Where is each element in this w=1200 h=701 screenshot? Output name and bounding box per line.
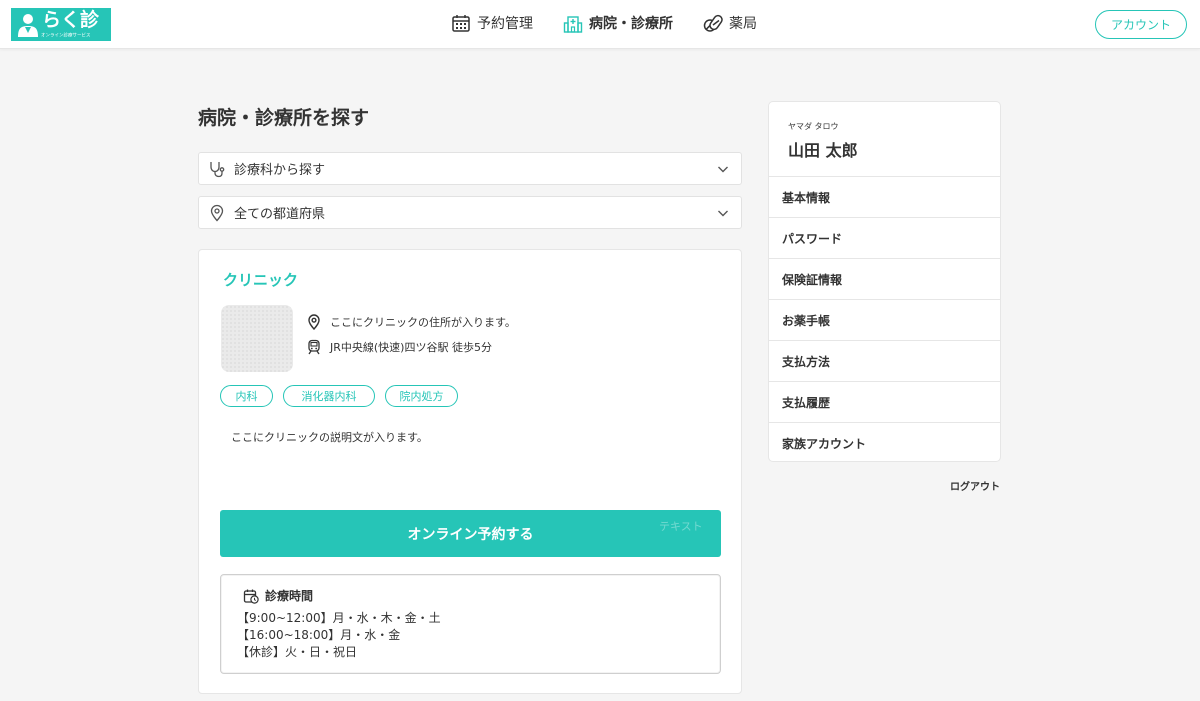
clinic-access-row: JR中央線(快速)四ツ谷駅 徒歩5分 <box>306 339 492 355</box>
pills-icon <box>703 14 723 32</box>
location-pin-icon <box>210 204 224 221</box>
nav-reservations-label: 予約管理 <box>477 16 533 32</box>
chevron-down-icon <box>718 210 728 217</box>
department-select[interactable]: 診療科から探す <box>198 152 742 185</box>
hours-line: 【休診】火・日・祝日 <box>237 645 358 659</box>
menu-basic-info[interactable]: 基本情報 <box>769 176 1000 217</box>
clinic-description: ここにクリニックの説明文が入ります。 <box>231 431 428 444</box>
user-name: 山田 太郎 <box>788 141 858 160</box>
clinic-card: クリニック ここにクリニックの住所が入ります。 JR中央線(快速)四ツ谷駅 徒歩… <box>198 249 742 694</box>
menu-payment-history[interactable]: 支払履歴 <box>769 381 1000 422</box>
doctor-logo-icon <box>18 13 38 37</box>
department-select-label: 診療科から探す <box>234 163 326 178</box>
hours-line: 【16:00~18:00】月・水・金 <box>237 628 401 642</box>
stethoscope-icon <box>210 161 225 177</box>
menu-password[interactable]: パスワード <box>769 217 1000 258</box>
button-ghost-text: テキスト <box>659 520 703 533</box>
user-name-kana: ヤマダ タロウ <box>788 122 839 131</box>
online-reserve-button[interactable]: オンライン予約する <box>220 510 721 557</box>
hours-title-row: 診療時間 <box>243 587 313 604</box>
location-pin-icon <box>308 314 320 330</box>
nav-hospitals[interactable]: 病院・診療所 <box>563 13 673 33</box>
clinic-name[interactable]: クリニック <box>223 269 298 290</box>
chevron-down-icon <box>718 166 728 173</box>
app-logo[interactable]: らく診 オンライン診療サービス <box>11 8 111 41</box>
hours-line: 【9:00~12:00】月・水・木・金・土 <box>237 611 441 625</box>
menu-payment-method[interactable]: 支払方法 <box>769 340 1000 381</box>
menu-medication-notebook[interactable]: お薬手帳 <box>769 299 1000 340</box>
clinic-hours-box: 診療時間 【9:00~12:00】月・水・木・金・土 【16:00~18:00】… <box>220 574 721 674</box>
nav-hospitals-label: 病院・診療所 <box>589 16 673 32</box>
clinic-thumbnail <box>221 305 293 372</box>
clinic-address: ここにクリニックの住所が入ります。 <box>330 316 516 329</box>
account-button[interactable]: アカウント <box>1095 10 1187 39</box>
account-sidebar: ヤマダ タロウ 山田 太郎 基本情報 パスワード 保険証情報 お薬手帳 支払方法… <box>768 101 1001 462</box>
logo-subtext: オンライン診療サービス <box>41 32 91 39</box>
clinic-address-row: ここにクリニックの住所が入ります。 <box>306 314 516 330</box>
prefecture-select-label: 全ての都道府県 <box>234 207 326 222</box>
hospital-icon <box>563 16 583 33</box>
logo-text: らく診 <box>42 9 100 31</box>
train-icon <box>308 339 320 355</box>
menu-insurance-card[interactable]: 保険証情報 <box>769 258 1000 299</box>
calendar-icon <box>452 15 470 32</box>
menu-family-account[interactable]: 家族アカウント <box>769 422 1000 461</box>
prefecture-select[interactable]: 全ての都道府県 <box>198 196 742 229</box>
calendar-clock-icon <box>243 589 259 604</box>
logout-link[interactable]: ログアウト <box>950 478 1000 493</box>
page-title: 病院・診療所を探す <box>198 107 370 129</box>
nav-pharmacy-label: 薬局 <box>729 16 757 32</box>
tag-gastroenterology[interactable]: 消化器内科 <box>283 385 375 407</box>
top-header: らく診 オンライン診療サービス 予約管理 病院・診療所 薬局 アカウント <box>0 0 1200 49</box>
nav-reservations[interactable]: 予約管理 <box>451 13 533 33</box>
tag-in-house-pharmacy[interactable]: 院内処方 <box>385 385 458 407</box>
clinic-access: JR中央線(快速)四ツ谷駅 徒歩5分 <box>330 341 492 354</box>
nav-pharmacy[interactable]: 薬局 <box>703 13 757 33</box>
tag-internal-medicine[interactable]: 内科 <box>220 385 273 407</box>
hours-title: 診療時間 <box>265 589 314 603</box>
